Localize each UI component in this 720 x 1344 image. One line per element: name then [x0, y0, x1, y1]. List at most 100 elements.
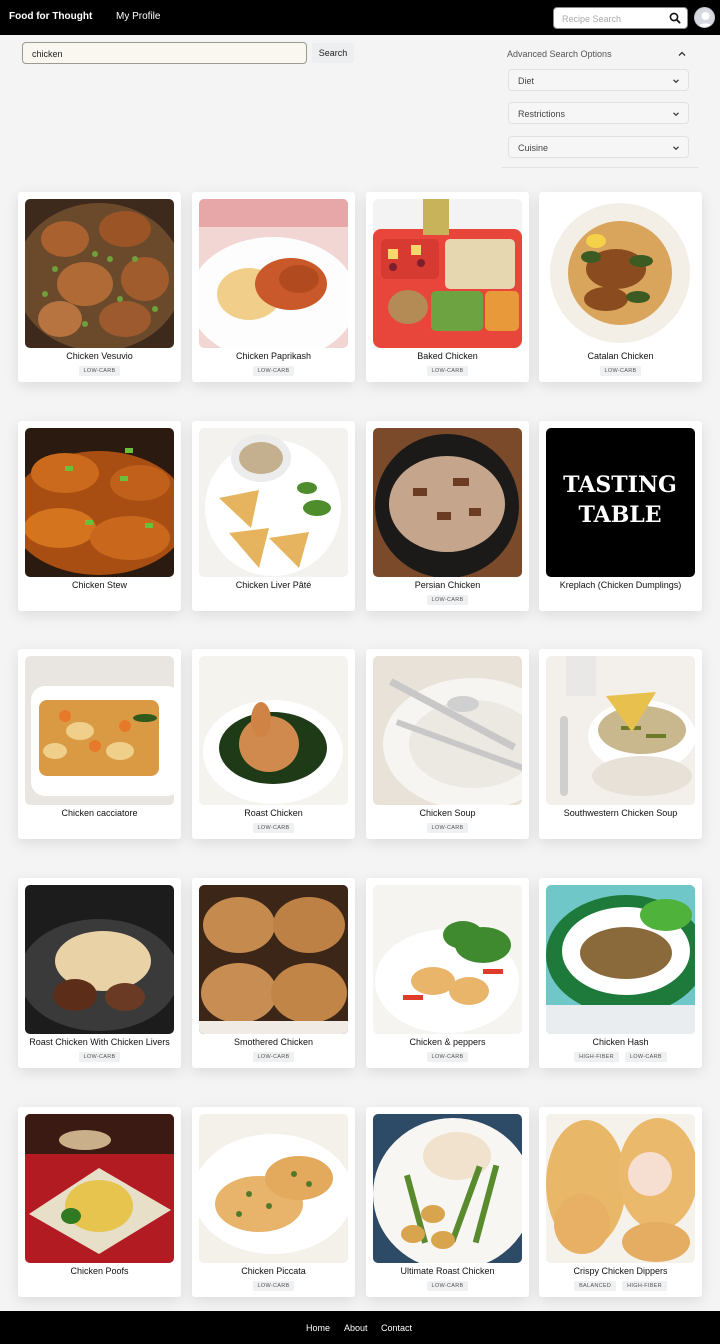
recipe-tags: LOW-CARB	[18, 366, 181, 376]
diet-tag: LOW-CARB	[426, 823, 469, 833]
recipe-image[interactable]	[373, 885, 522, 1034]
recipe-image[interactable]	[199, 1114, 348, 1263]
cuisine-select[interactable]: Cuisine	[508, 136, 689, 158]
footer-about-link[interactable]: About	[344, 1323, 368, 1333]
diet-tag: BALANCED	[574, 1281, 617, 1291]
recipe-title[interactable]: Baked Chicken	[366, 351, 529, 361]
recipe-card[interactable]: Baked Chicken LOW-CARB	[366, 192, 529, 382]
diet-tag: LOW-CARB	[252, 823, 295, 833]
recipe-card[interactable]: Roast Chicken With Chicken Livers LOW-CAR…	[18, 878, 181, 1068]
recipe-card[interactable]: Chicken Soup LOW-CARB	[366, 649, 529, 839]
advanced-search-panel: Advanced Search Options Diet Restriction…	[501, 42, 699, 168]
recipe-tags: HIGH-FIBER LOW-CARB	[539, 1052, 702, 1062]
recipe-image[interactable]	[546, 1114, 695, 1263]
top-nav-bar: Food for Thought My Profile	[0, 0, 720, 35]
recipe-card[interactable]: Roast Chicken LOW-CARB	[192, 649, 355, 839]
recipe-image[interactable]	[199, 656, 348, 805]
recipe-card[interactable]: Chicken Vesuvio LOW-CARB	[18, 192, 181, 382]
recipe-title[interactable]: Southwestern Chicken Soup	[539, 808, 702, 818]
recipe-card[interactable]: Chicken Paprikash LOW-CARB	[192, 192, 355, 382]
recipe-title[interactable]: Ultimate Roast Chicken	[366, 1266, 529, 1276]
search-button[interactable]: Search	[312, 43, 354, 63]
diet-tag: LOW-CARB	[252, 366, 295, 376]
footer: Home About Contact	[0, 1311, 720, 1344]
recipe-image[interactable]	[546, 885, 695, 1034]
recipe-title[interactable]: Catalan Chicken	[539, 351, 702, 361]
recipe-title[interactable]: Smothered Chicken	[192, 1037, 355, 1047]
recipe-image[interactable]	[373, 656, 522, 805]
recipe-image[interactable]	[373, 199, 522, 348]
recipe-title[interactable]: Chicken Hash	[539, 1037, 702, 1047]
recipe-tags: LOW-CARB	[366, 1052, 529, 1062]
recipe-image[interactable]	[199, 428, 348, 577]
chevron-down-icon	[673, 112, 679, 117]
recipe-image[interactable]	[25, 199, 174, 348]
main-search-input[interactable]	[32, 46, 292, 61]
recipe-title[interactable]: Chicken cacciatore	[18, 808, 181, 818]
recipe-image[interactable]	[199, 885, 348, 1034]
footer-home-link[interactable]: Home	[306, 1323, 330, 1333]
recipe-card[interactable]: Catalan Chicken LOW-CARB	[539, 192, 702, 382]
diet-tag: LOW-CARB	[624, 1052, 667, 1062]
recipe-image[interactable]	[25, 428, 174, 577]
svg-text:TABLE: TABLE	[578, 502, 661, 528]
recipe-image[interactable]	[25, 1114, 174, 1263]
recipe-title[interactable]: Crispy Chicken Dippers	[539, 1266, 702, 1276]
recipe-card[interactable]: Chicken Poofs	[18, 1107, 181, 1297]
recipe-card[interactable]: Smothered Chicken LOW-CARB	[192, 878, 355, 1068]
recipe-image[interactable]	[25, 885, 174, 1034]
recipe-title[interactable]: Roast Chicken With Chicken Livers	[18, 1037, 181, 1047]
diet-tag: LOW-CARB	[426, 595, 469, 605]
recipe-card[interactable]: Crispy Chicken Dippers BALANCED HIGH-FIBER	[539, 1107, 702, 1297]
diet-tag: LOW-CARB	[252, 1281, 295, 1291]
recipe-image[interactable]: TASTING TABLE	[546, 428, 695, 577]
recipe-image[interactable]	[373, 428, 522, 577]
recipe-card[interactable]: Chicken cacciatore	[18, 649, 181, 839]
recipe-tags: LOW-CARB	[366, 366, 529, 376]
recipe-card[interactable]: TASTING TABLE Kreplach (Chicken Dumplings)	[539, 421, 702, 611]
recipe-tags: LOW-CARB	[366, 823, 529, 833]
recipe-image[interactable]	[199, 199, 348, 348]
chevron-up-icon[interactable]	[677, 49, 687, 59]
footer-contact-link[interactable]: Contact	[381, 1323, 412, 1333]
nav-search-box	[553, 7, 688, 29]
recipe-title[interactable]: Chicken Liver Pâté	[192, 580, 355, 590]
recipe-card[interactable]: Chicken Liver Pâté	[192, 421, 355, 611]
recipe-title[interactable]: Chicken Vesuvio	[18, 351, 181, 361]
recipe-search-input[interactable]	[562, 11, 666, 26]
diet-tag: LOW-CARB	[426, 1281, 469, 1291]
recipe-card[interactable]: Persian Chicken LOW-CARB	[366, 421, 529, 611]
diet-select[interactable]: Diet	[508, 69, 689, 91]
recipe-title[interactable]: Kreplach (Chicken Dumplings)	[539, 580, 702, 590]
advanced-search-toggle[interactable]: Advanced Search Options	[507, 49, 612, 59]
recipe-card[interactable]: Chicken Hash HIGH-FIBER LOW-CARB	[539, 878, 702, 1068]
recipe-title[interactable]: Chicken Soup	[366, 808, 529, 818]
recipe-card[interactable]: Southwestern Chicken Soup	[539, 649, 702, 839]
recipe-title[interactable]: Chicken Piccata	[192, 1266, 355, 1276]
recipe-image[interactable]	[546, 656, 695, 805]
recipe-card[interactable]: Chicken Piccata LOW-CARB	[192, 1107, 355, 1297]
recipe-title[interactable]: Chicken Paprikash	[192, 351, 355, 361]
recipe-image[interactable]	[25, 656, 174, 805]
recipe-card[interactable]: Chicken Stew	[18, 421, 181, 611]
recipe-title[interactable]: Chicken Poofs	[18, 1266, 181, 1276]
recipe-title[interactable]: Chicken & peppers	[366, 1037, 529, 1047]
restrictions-select[interactable]: Restrictions	[508, 102, 689, 124]
my-profile-link[interactable]: My Profile	[116, 11, 160, 22]
recipe-card[interactable]: Chicken & peppers LOW-CARB	[366, 878, 529, 1068]
brand-link[interactable]: Food for Thought	[9, 11, 92, 22]
diet-tag: LOW-CARB	[252, 1052, 295, 1062]
recipe-title[interactable]: Persian Chicken	[366, 580, 529, 590]
recipe-image[interactable]	[546, 199, 695, 348]
recipe-title[interactable]: Chicken Stew	[18, 580, 181, 590]
recipe-title[interactable]: Roast Chicken	[192, 808, 355, 818]
recipe-tags: LOW-CARB	[539, 366, 702, 376]
recipe-tags: LOW-CARB	[366, 1281, 529, 1291]
recipe-tags: LOW-CARB	[192, 366, 355, 376]
recipe-tags: LOW-CARB	[192, 1281, 355, 1291]
recipe-tags: LOW-CARB	[366, 595, 529, 605]
avatar[interactable]	[694, 7, 715, 28]
search-icon[interactable]	[668, 11, 682, 25]
recipe-image[interactable]	[373, 1114, 522, 1263]
recipe-card[interactable]: Ultimate Roast Chicken LOW-CARB	[366, 1107, 529, 1297]
